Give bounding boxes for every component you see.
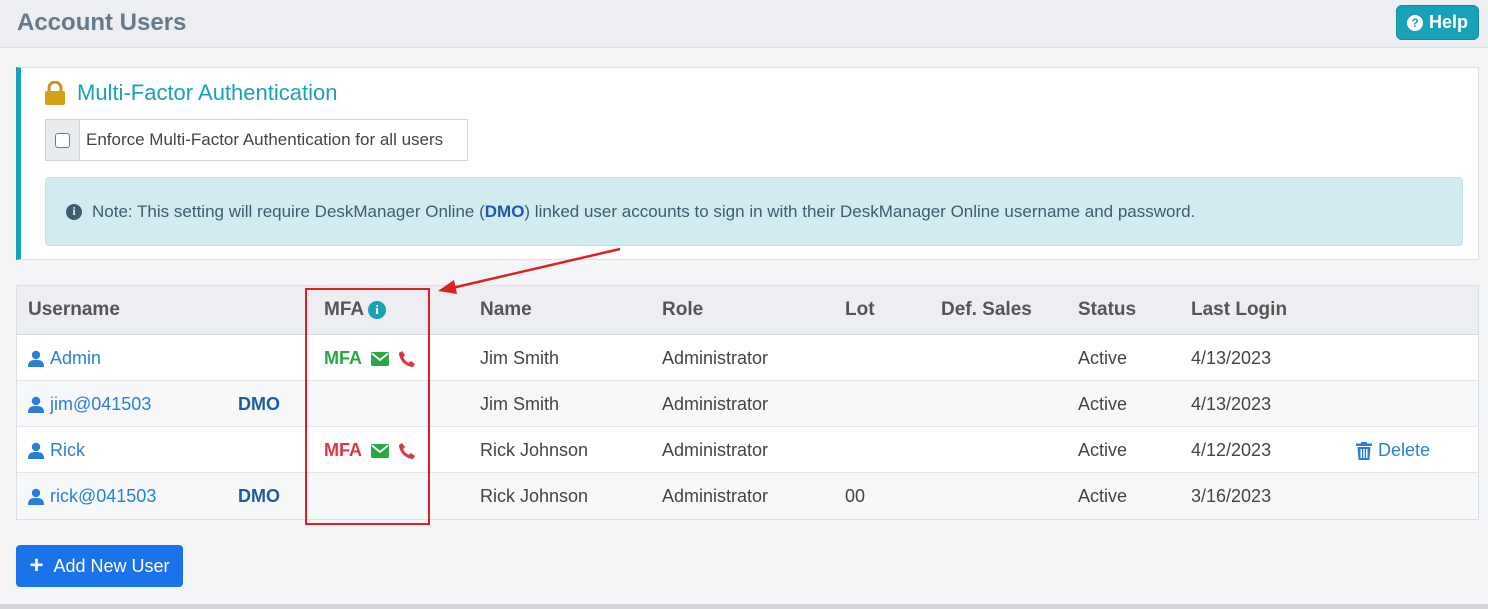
note-prefix: Note: This setting will require DeskMana… <box>92 201 485 221</box>
col-role[interactable]: Role <box>662 299 703 321</box>
status-cell: Active <box>1078 348 1128 368</box>
mfa-status: MFA <box>324 440 416 461</box>
username-link[interactable]: jim@041503 <box>28 394 151 415</box>
users-table: Username MFA i Name Role Lot Def. Sales S… <box>16 285 1479 520</box>
status-cell: Active <box>1078 486 1128 506</box>
page-title: Account Users <box>17 9 187 36</box>
name-cell: Rick Johnson <box>480 486 589 506</box>
table-header: Username MFA i Name Role Lot Def. Sales S… <box>17 286 1478 335</box>
question-circle-icon: ? <box>1406 14 1423 31</box>
last-login-cell: 4/12/2023 <box>1191 440 1272 460</box>
role-cell: Administrator <box>662 394 769 414</box>
enforce-mfa-label[interactable]: Enforce Multi-Factor Authentication for … <box>80 120 443 160</box>
mfa-panel: Multi-Factor Authentication Enforce Mult… <box>16 67 1479 260</box>
col-mfa: MFA i <box>324 299 387 321</box>
role-cell: Administrator <box>662 348 769 368</box>
dmo-badge: DMO <box>238 486 280 506</box>
col-status[interactable]: Status <box>1078 299 1136 321</box>
username-link[interactable]: Rick <box>28 440 85 461</box>
last-login-cell: 3/16/2023 <box>1191 486 1272 506</box>
status-cell: Active <box>1078 440 1128 460</box>
name-cell: Jim Smith <box>480 348 560 368</box>
enforce-mfa-group: Enforce Multi-Factor Authentication for … <box>45 119 468 161</box>
status-cell: Active <box>1078 394 1128 414</box>
dmo-badge: DMO <box>238 394 280 414</box>
username-link[interactable]: rick@041503 <box>28 486 156 507</box>
envelope-icon <box>371 443 389 458</box>
mfa-badge: MFA <box>324 348 362 368</box>
help-button-label: Help <box>1428 12 1468 32</box>
delete-user-button[interactable]: Delete <box>1356 440 1430 461</box>
col-def-sales[interactable]: Def. Sales <box>941 299 1032 321</box>
last-login-cell: 4/13/2023 <box>1191 394 1272 414</box>
phone-icon <box>399 442 415 459</box>
col-username[interactable]: Username <box>28 299 120 321</box>
table-row: Admin MFA Jim Smith Administrator Active… <box>17 335 1478 381</box>
username-text: Rick <box>50 440 85 460</box>
footer-divider <box>0 604 1488 609</box>
info-icon: i <box>66 203 82 220</box>
phone-icon <box>399 350 415 367</box>
username-text: Admin <box>50 348 102 368</box>
lock-icon <box>45 81 65 105</box>
user-icon <box>28 442 44 459</box>
note-dmo: DMO <box>484 201 525 221</box>
add-new-user-button[interactable]: + Add New User <box>16 545 183 587</box>
name-cell: Rick Johnson <box>480 440 589 460</box>
mfa-note: i Note: This setting will require DeskMa… <box>45 177 1463 246</box>
user-icon <box>28 396 44 413</box>
col-name[interactable]: Name <box>480 299 532 321</box>
enforce-mfa-checkbox-wrap <box>46 120 80 160</box>
help-button[interactable]: ? Help <box>1396 5 1479 40</box>
page-header: Account Users ? Help <box>0 0 1488 48</box>
plus-icon: + <box>29 552 44 579</box>
table-row: jim@041503 DMO Jim Smith Administrator A… <box>17 381 1478 427</box>
role-cell: Administrator <box>662 486 769 506</box>
delete-label: Delete <box>1378 440 1431 460</box>
table-row: Rick MFA Rick Johnson Administrator Acti… <box>17 427 1478 473</box>
username-text: rick@041503 <box>50 486 157 506</box>
name-cell: Jim Smith <box>480 394 560 414</box>
mfa-title: Multi-Factor Authentication <box>77 80 338 105</box>
username-text: jim@041503 <box>50 394 152 414</box>
mfa-status: MFA <box>324 348 416 369</box>
col-lot[interactable]: Lot <box>845 299 875 321</box>
trash-icon <box>1356 441 1372 460</box>
user-icon <box>28 350 44 367</box>
table-row: rick@041503 DMO Rick Johnson Administrat… <box>17 473 1478 519</box>
mfa-info-icon[interactable]: i <box>368 301 387 319</box>
lot-cell: 00 <box>845 486 866 506</box>
envelope-icon <box>371 351 389 366</box>
mfa-badge: MFA <box>324 440 362 460</box>
col-mfa-label: MFA <box>324 299 365 320</box>
username-link[interactable]: Admin <box>28 348 101 369</box>
enforce-mfa-checkbox[interactable] <box>55 132 70 148</box>
last-login-cell: 4/13/2023 <box>1191 348 1272 368</box>
user-icon <box>28 488 44 505</box>
role-cell: Administrator <box>662 440 769 460</box>
note-suffix: ) linked user accounts to sign in with t… <box>524 201 1196 221</box>
col-last-login[interactable]: Last Login <box>1191 299 1287 321</box>
add-new-user-label: Add New User <box>53 555 170 576</box>
